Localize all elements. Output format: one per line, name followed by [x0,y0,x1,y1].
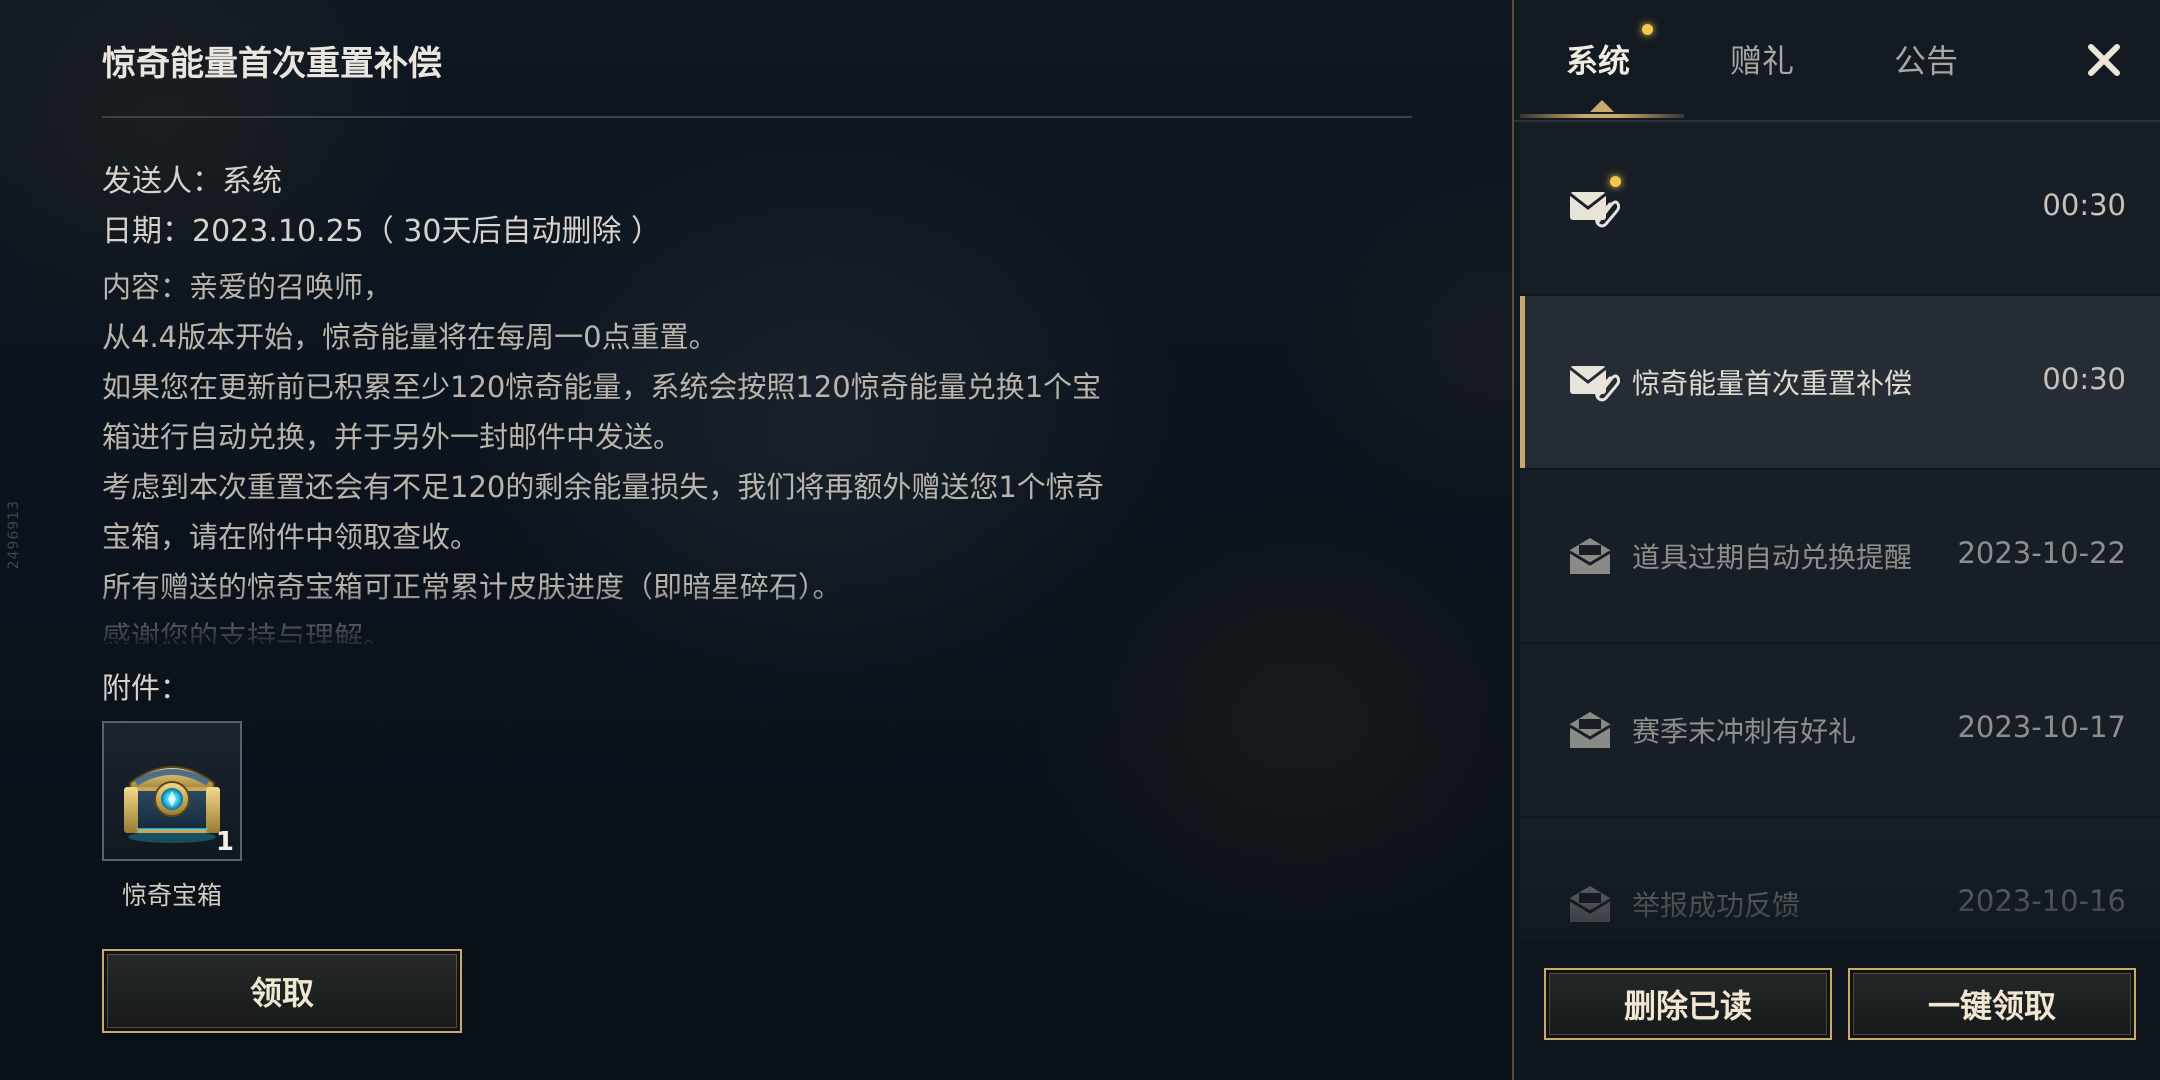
mail-read-icon [1569,538,1611,574]
mail-tabs: 系统 赠礼 公告 [1514,0,2160,122]
attachment-count: 1 [215,827,234,857]
mail-body-line: 宝箱，请在附件中领取查收。 [102,520,480,554]
mail-list-time: 00:30 [2042,188,2126,222]
tab-system[interactable]: 系统 [1566,36,1630,82]
mail-list-time: 2023-10-16 [1957,884,2126,918]
mail-read-icon [1569,712,1611,748]
mail-date: 日期：2023.10.25（ 30天后自动删除 ） [102,214,662,249]
mail-screen: 2496913 惊奇能量首次重置补偿 发送人：系统 日期：2023.10.25（… [0,0,2160,1080]
title-divider [102,116,1412,118]
tab-active-caret [1590,100,1614,112]
mail-list-time: 2023-10-22 [1957,536,2126,570]
attachment-label: 附件： [102,671,190,705]
close-button[interactable] [2074,30,2134,90]
mail-list-title: 道具过期自动兑换提醒 [1632,541,1913,574]
mail-detail-pane: 惊奇能量首次重置补偿 发送人：系统 日期：2023.10.25（ 30天后自动删… [102,0,1412,1080]
mail-sender: 发送人：系统 [102,164,282,199]
attachment-slot[interactable]: 1 [102,721,242,861]
mail-list-time: 00:30 [2042,362,2126,396]
mail-body-line: 如果您在更新前已积累至少120惊奇能量，系统会按照120惊奇能量兑换1个宝 [102,370,1102,404]
mail-body-line: 内容：亲爱的召唤师， [102,270,393,304]
mail-body-line: 考虑到本次重置还会有不足120的剩余能量损失，我们将再额外赠送您1个惊奇 [102,470,1104,504]
mail-list[interactable]: 00:30 惊奇能量首次重置补偿 00:30 道具过期自动兑换提醒 2023-1… [1514,122,2160,940]
mail-list-item[interactable]: 道具过期自动兑换提醒 2023-10-22 [1520,470,2160,642]
tab-gift[interactable]: 赠礼 [1730,36,1794,82]
mail-list-item-selected[interactable]: 惊奇能量首次重置补偿 00:30 [1520,296,2160,468]
claim-button[interactable]: 领取 [102,949,462,1033]
attachment-name: 惊奇宝箱 [121,881,222,910]
watermark-text: 2496913 [6,500,22,570]
mail-attachment-icon [1569,192,1620,228]
mail-body-line: 从4.4版本开始，惊奇能量将在每周一0点重置。 [102,320,718,354]
claim-all-button[interactable]: 一键领取 [1848,968,2136,1040]
mail-body[interactable]: 内容：亲爱的召唤师， 从4.4版本开始，惊奇能量将在每周一0点重置。 如果您在更… [102,262,1202,644]
mail-body-line: 感谢您的支持与理解。 [102,620,393,644]
treasure-chest-icon [124,766,220,843]
tab-active-underline [1520,114,1684,118]
mail-body-line: 所有赠送的惊奇宝箱可正常累计皮肤进度（即暗星碎石）。 [102,570,842,604]
mail-list-panel: 系统 赠礼 公告 00:30 惊奇能量首次重置补偿 00:30 道具过期自动兑换… [1512,0,2160,1080]
mail-list-item[interactable]: 举报成功反馈 2023-10-16 [1520,818,2160,940]
mail-attachment-icon [1569,366,1620,402]
mail-list-title: 赛季末冲刺有好礼 [1632,715,1857,748]
mail-body-line: 箱进行自动兑换，并于另外一封邮件中发送。 [102,420,683,454]
mail-list-item[interactable]: 赛季末冲刺有好礼 2023-10-17 [1520,644,2160,816]
mail-title: 惊奇能量首次重置补偿 [102,44,442,84]
mail-read-icon [1569,886,1611,922]
mail-list-item[interactable]: 00:30 [1520,122,2160,294]
tab-system-notify-dot [1642,24,1653,35]
close-icon [2088,44,2120,76]
mail-unread-dot [1610,176,1621,187]
delete-read-button[interactable]: 删除已读 [1544,968,1832,1040]
mail-list-title: 举报成功反馈 [1632,889,1801,922]
mail-list-time: 2023-10-17 [1957,710,2126,744]
mail-list-title: 惊奇能量首次重置补偿 [1632,367,1913,400]
tab-notice[interactable]: 公告 [1894,36,1958,82]
